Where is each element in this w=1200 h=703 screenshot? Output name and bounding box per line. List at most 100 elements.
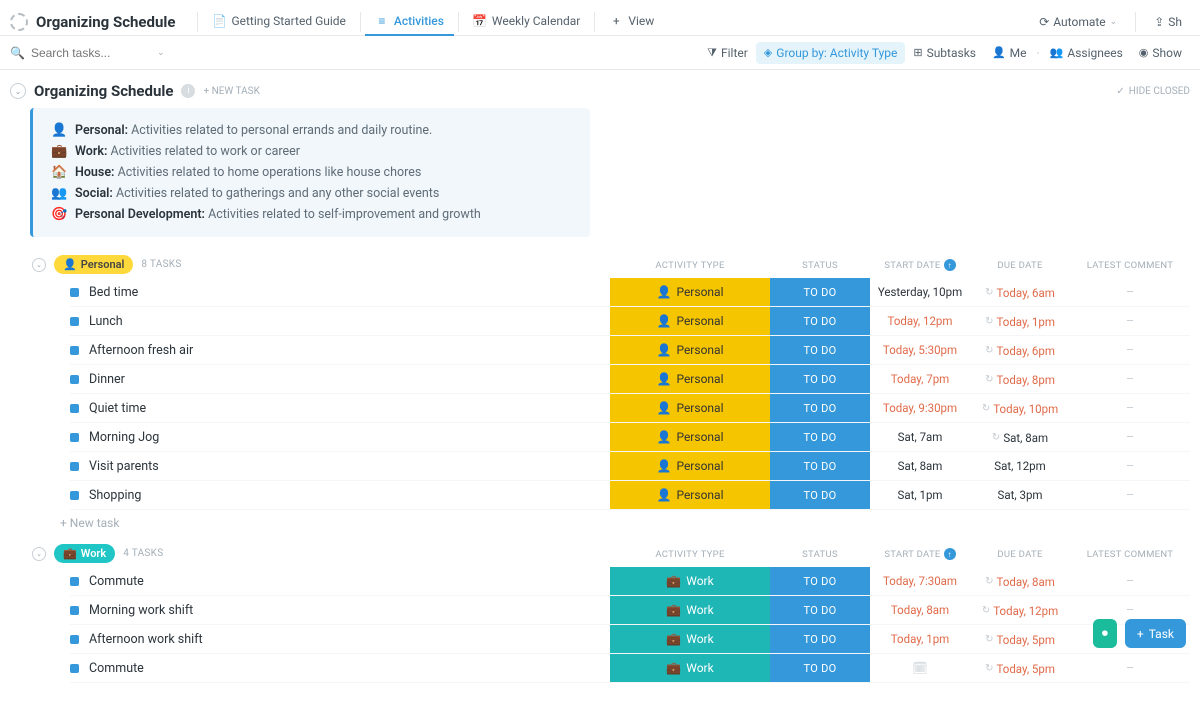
task-row[interactable]: Visit parents👤PersonalTO DOSat, 8amSat, … [70, 452, 1190, 481]
hide-closed-button[interactable]: ✓HIDE CLOSED [1116, 86, 1190, 97]
status-cell[interactable]: TO DO [770, 567, 870, 595]
automate-button[interactable]: ⟳ Automate ⌄ [1031, 11, 1125, 33]
new-task-row-button[interactable]: + New task [60, 510, 1190, 534]
activity-type-cell[interactable]: 👤Personal [610, 307, 770, 335]
due-date-cell[interactable]: ↻Today, 5pm [985, 633, 1055, 647]
start-date-value[interactable]: Today, 12pm [888, 314, 953, 328]
task-name-cell[interactable]: Afternoon fresh air [70, 343, 610, 358]
add-view-button[interactable]: + View [599, 8, 664, 36]
task-row[interactable]: Dinner👤PersonalTO DOToday, 7pm↻Today, 8p… [70, 365, 1190, 394]
activity-type-cell[interactable]: 💼Work [610, 625, 770, 653]
group-by-button[interactable]: ◈Group by: Activity Type [756, 42, 906, 64]
task-name-cell[interactable]: Commute [70, 574, 610, 589]
status-square-icon[interactable] [70, 664, 79, 673]
start-date-cell[interactable]: Today, 9:30pm [870, 401, 970, 415]
task-row[interactable]: Afternoon fresh air👤PersonalTO DOToday, … [70, 336, 1190, 365]
view-tab-getting-started[interactable]: 📄 Getting Started Guide [202, 8, 355, 36]
col-start-date[interactable]: START DATE ↑ [870, 259, 970, 271]
due-date-cell[interactable]: ↻Today, 8am [985, 575, 1055, 589]
task-row[interactable]: Bed time👤PersonalTO DOYesterday, 10pm↻To… [70, 278, 1190, 307]
start-date-cell[interactable]: Today, 12pm [870, 314, 970, 328]
col-latest-comment[interactable]: LATEST COMMENT [1070, 260, 1190, 271]
task-row[interactable]: Commute💼WorkTO DO🗓↻Today, 5pm– [70, 654, 1190, 683]
latest-comment-cell[interactable]: – [1070, 488, 1190, 503]
latest-comment-cell[interactable]: – [1070, 314, 1190, 329]
col-status[interactable]: STATUS [770, 549, 870, 560]
status-cell[interactable]: TO DO [770, 452, 870, 480]
latest-comment-cell[interactable]: – [1070, 574, 1190, 589]
start-date-cell[interactable]: 🗓 [870, 661, 970, 675]
start-date-value[interactable]: Today, 9:30pm [883, 401, 957, 415]
status-cell[interactable]: TO DO [770, 481, 870, 509]
status-cell[interactable]: TO DO [770, 625, 870, 653]
start-date-value[interactable]: Today, 5:30pm [883, 343, 957, 357]
start-date-value[interactable]: Today, 8am [891, 603, 949, 617]
new-task-header-button[interactable]: + NEW TASK [203, 86, 259, 97]
start-date-cell[interactable]: Today, 7:30am [870, 574, 970, 588]
activity-type-cell[interactable]: 💼Work [610, 654, 770, 682]
latest-comment-cell[interactable]: – [1070, 372, 1190, 387]
status-cell[interactable]: TO DO [770, 596, 870, 624]
latest-comment-cell[interactable]: – [1070, 343, 1190, 358]
col-activity-type[interactable]: ACTIVITY TYPE [610, 260, 770, 271]
group-pill[interactable]: 💼Work [54, 544, 115, 563]
assignees-button[interactable]: 👥Assignees [1042, 42, 1131, 64]
due-date-cell[interactable]: ↻Sat, 8am [992, 431, 1048, 445]
task-row[interactable]: Morning work shift💼WorkTO DOToday, 8am↻T… [70, 596, 1190, 625]
status-cell[interactable]: TO DO [770, 423, 870, 451]
due-date-cell[interactable]: ↻Today, 1pm [985, 315, 1055, 329]
task-name-cell[interactable]: Bed time [70, 285, 610, 300]
due-date-cell[interactable]: ↻Today, 12pm [982, 604, 1058, 618]
task-row[interactable]: Morning Jog👤PersonalTO DOSat, 7am↻Sat, 8… [70, 423, 1190, 452]
activity-type-cell[interactable]: 👤Personal [610, 394, 770, 422]
collapse-group-icon[interactable]: ⌄ [32, 547, 46, 561]
status-cell[interactable]: TO DO [770, 307, 870, 335]
filter-button[interactable]: ⧩Filter [699, 42, 756, 64]
status-square-icon[interactable] [70, 491, 79, 500]
col-due-date[interactable]: DUE DATE [970, 260, 1070, 271]
start-date-cell[interactable]: Today, 5:30pm [870, 343, 970, 357]
status-square-icon[interactable] [70, 635, 79, 644]
status-square-icon[interactable] [70, 346, 79, 355]
task-name-cell[interactable]: Visit parents [70, 459, 610, 474]
col-activity-type[interactable]: ACTIVITY TYPE [610, 549, 770, 560]
col-start-date[interactable]: START DATE ↑ [870, 548, 970, 560]
task-name-cell[interactable]: Morning work shift [70, 603, 610, 618]
task-row[interactable]: Afternoon work shift💼WorkTO DOToday, 1pm… [70, 625, 1190, 654]
status-cell[interactable]: TO DO [770, 336, 870, 364]
start-date-cell[interactable]: Yesterday, 10pm [870, 285, 970, 299]
col-status[interactable]: STATUS [770, 260, 870, 271]
new-task-fab[interactable]: +Task [1125, 619, 1186, 648]
activity-type-cell[interactable]: 👤Personal [610, 365, 770, 393]
start-date-value[interactable]: Today, 1pm [891, 632, 949, 646]
due-date-cell[interactable]: ↻Today, 8pm [985, 373, 1055, 387]
due-date-cell[interactable]: ↻Today, 10pm [982, 402, 1058, 416]
start-date-value[interactable]: Sat, 7am [898, 430, 943, 444]
task-row[interactable]: Shopping👤PersonalTO DOSat, 1pmSat, 3pm– [70, 481, 1190, 510]
task-name-cell[interactable]: Commute [70, 661, 610, 676]
start-date-cell[interactable]: Sat, 8am [870, 459, 970, 473]
start-date-value[interactable]: Sat, 8am [898, 459, 943, 473]
task-name-cell[interactable]: Morning Jog [70, 430, 610, 445]
activity-type-cell[interactable]: 👤Personal [610, 452, 770, 480]
task-row[interactable]: Lunch👤PersonalTO DOToday, 12pm↻Today, 1p… [70, 307, 1190, 336]
start-date-cell[interactable]: Today, 7pm [870, 372, 970, 386]
task-row[interactable]: Commute💼WorkTO DOToday, 7:30am↻Today, 8a… [70, 567, 1190, 596]
status-square-icon[interactable] [70, 606, 79, 615]
latest-comment-cell[interactable]: – [1070, 661, 1190, 676]
start-date-value[interactable]: Today, 7pm [891, 372, 949, 386]
latest-comment-cell[interactable]: – [1070, 430, 1190, 445]
status-square-icon[interactable] [70, 375, 79, 384]
status-square-icon[interactable] [70, 288, 79, 297]
activity-type-cell[interactable]: 👤Personal [610, 278, 770, 306]
start-date-value[interactable]: Today, 7:30am [883, 574, 957, 588]
task-name-cell[interactable]: Quiet time [70, 401, 610, 416]
group-pill[interactable]: 👤Personal [54, 255, 133, 274]
due-date-cell[interactable]: ↻Today, 6pm [985, 344, 1055, 358]
start-date-cell[interactable]: Today, 8am [870, 603, 970, 617]
task-name-cell[interactable]: Dinner [70, 372, 610, 387]
subtasks-button[interactable]: ⊞Subtasks [905, 42, 984, 64]
collapse-group-icon[interactable]: ⌄ [32, 258, 46, 272]
status-cell[interactable]: TO DO [770, 278, 870, 306]
activity-type-cell[interactable]: 👤Personal [610, 481, 770, 509]
